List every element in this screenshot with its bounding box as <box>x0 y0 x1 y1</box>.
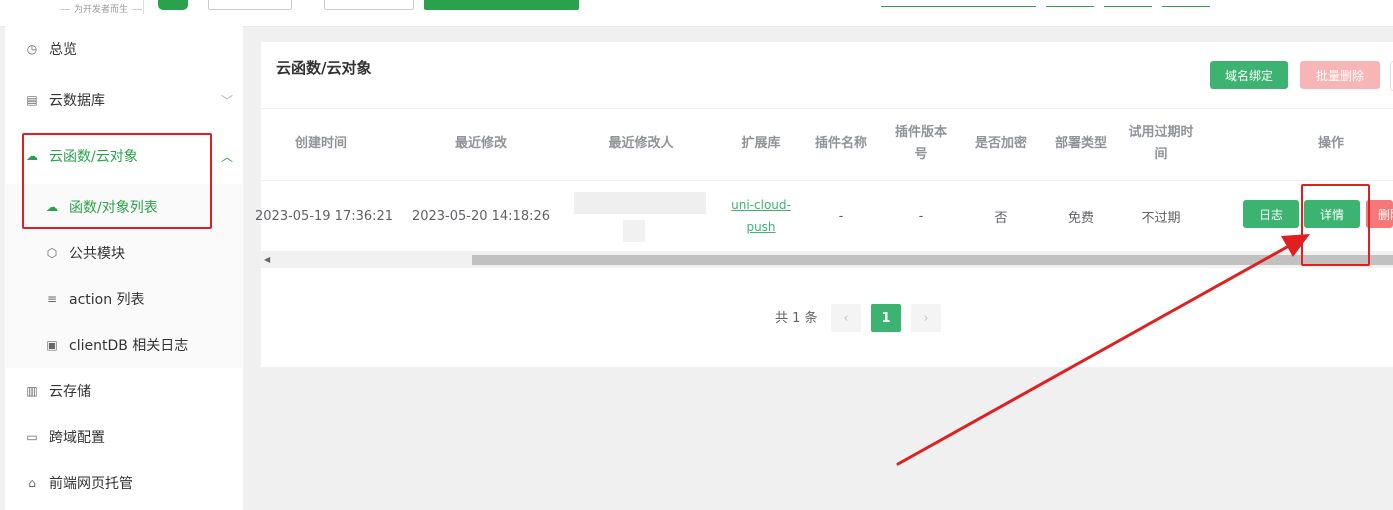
annotation-arrow <box>896 234 1310 466</box>
